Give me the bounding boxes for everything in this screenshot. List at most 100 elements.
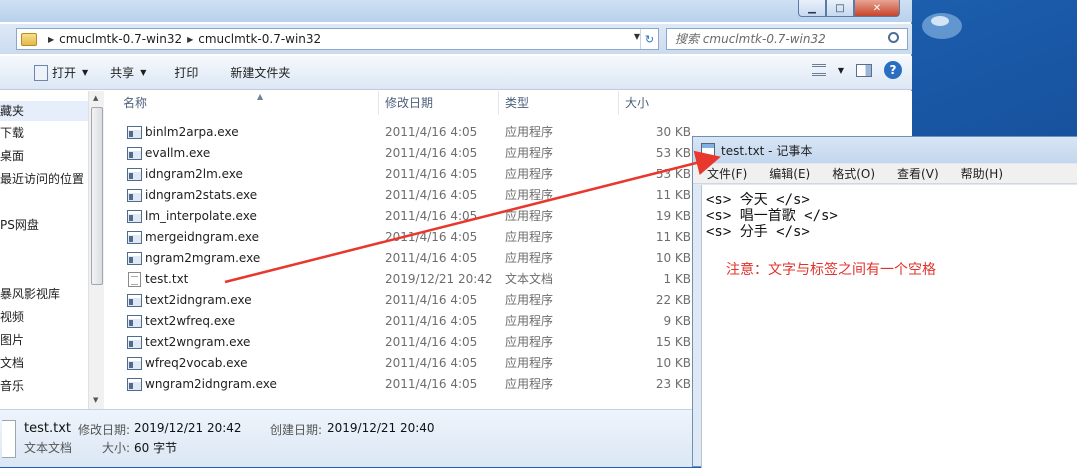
file-row[interactable]: text2idngram.exe 2011/4/16 4:05 应用程序 22 …: [119, 290, 699, 311]
menu-file[interactable]: 文件(F): [693, 165, 755, 182]
file-size: 53 KB: [655, 146, 691, 160]
refresh-icon[interactable]: ↻: [640, 29, 658, 49]
file-size: 11 KB: [655, 230, 691, 244]
view-options-icon[interactable]: [811, 64, 826, 76]
address-bar[interactable]: ▶ cmuclmtk-0.7-win32 ▶ cmuclmtk-0.7-win3…: [16, 28, 659, 50]
application-icon: [127, 252, 142, 265]
navigation-pane: 藏夹 下载 桌面 最近访问的位置 PS网盘 暴风影视库 视频 图片 文档 音乐 …: [0, 91, 104, 409]
column-header-type[interactable]: 类型: [499, 91, 619, 115]
file-row[interactable]: ngram2mgram.exe 2011/4/16 4:05 应用程序 10 K…: [119, 248, 699, 269]
nav-item-baofeng-library[interactable]: 暴风影视库: [0, 284, 88, 304]
file-modified: 2011/4/16 4:05: [385, 209, 478, 223]
notepad-menubar: 文件(F) 编辑(E) 格式(O) 查看(V) 帮助(H): [693, 164, 1077, 184]
file-type: 应用程序: [505, 335, 554, 349]
file-name: text2idngram.exe: [145, 293, 252, 307]
nav-scrollbar[interactable]: ▲ ▼: [88, 91, 104, 409]
nav-item-pictures[interactable]: 图片: [0, 330, 88, 350]
share-button[interactable]: 共享 ▼: [102, 61, 154, 85]
nav-item-music[interactable]: 音乐: [0, 376, 88, 396]
file-name: wngram2idngram.exe: [145, 377, 277, 391]
chevron-down-icon: ▼: [82, 68, 89, 77]
file-row[interactable]: wngram2idngram.exe 2011/4/16 4:05 应用程序 2…: [119, 374, 699, 395]
scroll-up-icon[interactable]: ▲: [93, 94, 98, 102]
file-size: 1 KB: [663, 272, 691, 286]
scroll-down-icon[interactable]: ▼: [93, 396, 98, 404]
water-drop-icon: [922, 13, 962, 39]
file-row[interactable]: binlm2arpa.exe 2011/4/16 4:05 应用程序 30 KB: [119, 122, 699, 143]
minimize-button[interactable]: ▁: [798, 0, 826, 17]
file-type: 应用程序: [505, 230, 554, 244]
breadcrumb-chevron-icon[interactable]: ▶: [48, 35, 54, 44]
annotation-note: 注意：文字与标签之间有一个空格: [726, 262, 936, 278]
nav-item-desktop[interactable]: 桌面: [0, 146, 88, 166]
details-filetype: 文本文档: [24, 441, 73, 455]
file-type: 应用程序: [505, 314, 554, 328]
scrollbar-thumb[interactable]: [91, 107, 103, 285]
file-type: 应用程序: [505, 377, 554, 391]
application-icon: [127, 189, 142, 202]
column-header-size[interactable]: 大小: [619, 91, 695, 115]
breadcrumb-chevron-icon[interactable]: ▶: [187, 35, 193, 44]
file-modified: 2011/4/16 4:05: [385, 293, 478, 307]
file-size: 53 KB: [655, 167, 691, 181]
file-row[interactable]: wfreq2vocab.exe 2011/4/16 4:05 应用程序 10 K…: [119, 353, 699, 374]
nav-item-downloads[interactable]: 下载: [0, 123, 88, 143]
application-icon: [127, 378, 142, 391]
nav-item-recent[interactable]: 最近访问的位置: [0, 169, 88, 189]
column-header-modified[interactable]: 修改日期: [379, 91, 499, 115]
application-icon: [127, 210, 142, 223]
search-icon[interactable]: [888, 32, 899, 43]
file-modified: 2011/4/16 4:05: [385, 146, 478, 160]
menu-help[interactable]: 帮助(H): [947, 165, 1011, 182]
file-row[interactable]: text2wfreq.exe 2011/4/16 4:05 应用程序 9 KB: [119, 311, 699, 332]
nav-item-favorites[interactable]: 藏夹: [0, 101, 88, 121]
file-row[interactable]: idngram2lm.exe 2011/4/16 4:05 应用程序 53 KB: [119, 164, 699, 185]
file-name: idngram2lm.exe: [145, 167, 243, 181]
preview-pane-icon[interactable]: [856, 63, 872, 77]
menu-format[interactable]: 格式(O): [818, 165, 883, 182]
application-icon: [127, 336, 142, 349]
file-type: 应用程序: [505, 125, 554, 139]
details-size-label: 大小:: [102, 441, 131, 455]
file-type: 应用程序: [505, 188, 554, 202]
search-box[interactable]: [666, 28, 908, 50]
column-header-name[interactable]: 名称 ▲: [117, 91, 379, 115]
explorer-titlebar[interactable]: ▁ □ ✕: [0, 0, 912, 22]
search-input[interactable]: [675, 32, 875, 46]
breadcrumb-item[interactable]: cmuclmtk-0.7-win32: [59, 32, 182, 46]
file-row[interactable]: mergeidngram.exe 2011/4/16 4:05 应用程序 11 …: [119, 227, 699, 248]
text-file-icon: [2, 420, 16, 458]
print-button[interactable]: 打印: [166, 61, 206, 85]
menu-view[interactable]: 查看(V): [883, 165, 947, 182]
file-row-test-txt[interactable]: test.txt 2019/12/21 20:42 文本文档 1 KB: [119, 269, 699, 290]
text-line: <s> 分手 </s>: [706, 224, 810, 240]
maximize-button[interactable]: □: [826, 0, 854, 17]
new-folder-button[interactable]: 新建文件夹: [222, 61, 298, 85]
column-name-label: 名称: [123, 96, 148, 110]
close-button[interactable]: ✕: [854, 0, 900, 17]
notepad-window: test.txt - 记事本 文件(F) 编辑(E) 格式(O) 查看(V) 帮…: [692, 136, 1077, 468]
file-name: binlm2arpa.exe: [145, 125, 239, 139]
menu-edit[interactable]: 编辑(E): [755, 165, 818, 182]
details-created-value: 2019/12/21 20:40: [327, 421, 435, 435]
open-button[interactable]: 打开 ▼: [26, 61, 96, 85]
file-name: test.txt: [145, 272, 189, 286]
file-size: 11 KB: [655, 188, 691, 202]
file-name: text2wngram.exe: [145, 335, 251, 349]
file-row[interactable]: idngram2stats.exe 2011/4/16 4:05 应用程序 11…: [119, 185, 699, 206]
file-type: 应用程序: [505, 356, 554, 370]
nav-item-wps-drive[interactable]: PS网盘: [0, 215, 88, 235]
column-size-label: 大小: [625, 96, 650, 110]
breadcrumb-item[interactable]: cmuclmtk-0.7-win32: [198, 32, 321, 46]
file-row[interactable]: evallm.exe 2011/4/16 4:05 应用程序 53 KB: [119, 143, 699, 164]
file-size: 10 KB: [655, 251, 691, 265]
nav-item-videos[interactable]: 视频: [0, 307, 88, 327]
nav-item-documents[interactable]: 文档: [0, 353, 88, 373]
file-row[interactable]: text2wngram.exe 2011/4/16 4:05 应用程序 15 K…: [119, 332, 699, 353]
chevron-down-icon[interactable]: ▼: [838, 66, 844, 75]
file-row[interactable]: lm_interpolate.exe 2011/4/16 4:05 应用程序 1…: [119, 206, 699, 227]
notepad-titlebar[interactable]: test.txt - 记事本: [693, 137, 1077, 163]
help-icon[interactable]: ?: [884, 61, 902, 79]
file-modified: 2011/4/16 4:05: [385, 251, 478, 265]
notepad-text-area[interactable]: <s> 今天 </s> <s> 唱一首歌 </s> <s> 分手 </s> 注意…: [701, 185, 1077, 468]
